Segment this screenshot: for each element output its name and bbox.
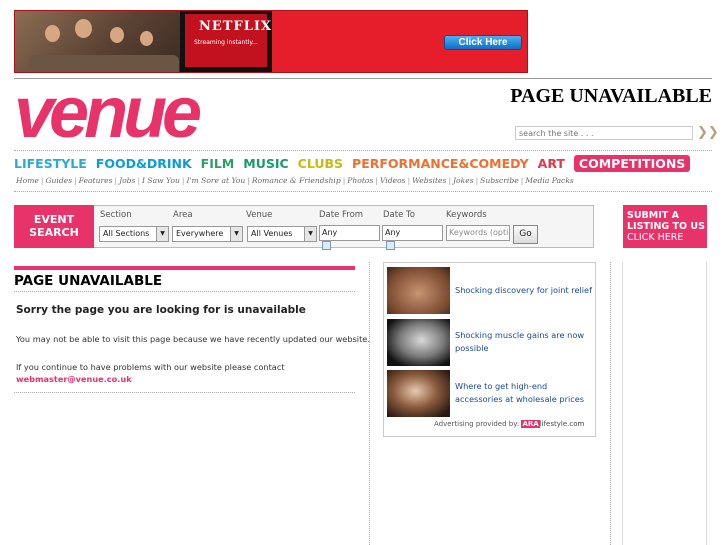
subnav-photos[interactable]: Photos: [347, 176, 373, 185]
chevron-down-icon: ▼: [304, 227, 316, 241]
nav-performance-comedy[interactable]: PERFORMANCE&COMEDY: [352, 156, 529, 171]
subnav-media-packs[interactable]: Media Packs: [525, 176, 574, 185]
subnav-guides[interactable]: Guides: [45, 176, 72, 185]
event-badge-line2: SEARCH: [29, 226, 79, 239]
nav-lifestyle[interactable]: LIFESTYLE: [14, 156, 87, 171]
area-select-value: Everywhere: [176, 229, 224, 238]
date-from-label: Date From: [319, 210, 364, 220]
page-title: PAGE UNAVAILABLE: [510, 85, 712, 107]
lifestyle-logo[interactable]: lifestyle.com: [540, 420, 585, 428]
ad-link-muscle-gains[interactable]: Shocking muscle gains are now possible: [455, 329, 595, 355]
section-select[interactable]: All Sections ▼: [99, 226, 169, 242]
ad-credit: Advertising provided by: ARAlifestyle.co…: [434, 420, 584, 428]
right-column: [622, 262, 707, 545]
event-search-badge: EVENT SEARCH: [14, 205, 94, 248]
nav-film[interactable]: FILM: [201, 156, 235, 171]
calendar-icon[interactable]: [322, 241, 331, 250]
banner-click-here-button[interactable]: Click Here: [444, 35, 522, 50]
ara-logo[interactable]: ARA: [521, 420, 540, 428]
webmaster-email-link[interactable]: webmaster@venue.co.uk: [16, 374, 132, 384]
nav-clubs[interactable]: CLUBS: [298, 156, 343, 171]
submit-line1: SUBMIT A: [627, 210, 679, 221]
main-nav: LIFESTYLE FOOD&DRINK FILM MUSIC CLUBS PE…: [14, 154, 699, 172]
banner-photo: [15, 11, 180, 72]
ad-image-muscle[interactable]: [387, 319, 450, 366]
nav-food-drink[interactable]: FOOD&DRINK: [96, 156, 192, 171]
nav-competitions[interactable]: COMPETITIONS: [573, 154, 691, 172]
calendar-icon[interactable]: [386, 241, 395, 250]
subnav-home[interactable]: Home: [16, 176, 39, 185]
subnav-romance-friendship[interactable]: Romance & Friendship: [252, 176, 341, 185]
subnav-jobs[interactable]: Jobs: [119, 176, 135, 185]
venue-select-value: All Venues: [251, 229, 293, 238]
section-select-value: All Sections: [103, 229, 150, 238]
area-select[interactable]: Everywhere ▼: [172, 226, 243, 242]
submit-line2: LISTING TO US: [627, 221, 705, 232]
section-label: Section: [100, 210, 132, 220]
unavailable-message: Sorry the page you are looking for is un…: [16, 304, 306, 316]
keywords-label: Keywords: [446, 210, 487, 220]
event-badge-line1: EVENT: [33, 213, 75, 226]
ad-credit-text: Advertising provided by:: [434, 420, 520, 428]
event-search-go-button[interactable]: Go: [513, 225, 538, 244]
contact-text: If you continue to have problems with ou…: [16, 362, 285, 372]
banner-brand: NETFLIX: [199, 19, 273, 34]
subnav-im-sore-at-you[interactable]: I'm Sore at You: [186, 176, 245, 185]
subnav-features[interactable]: Features: [79, 176, 113, 185]
main-heading: PAGE UNAVAILABLE: [14, 273, 163, 289]
venue-logo[interactable]: venue: [14, 77, 226, 149]
ad-image-joint[interactable]: [387, 267, 450, 314]
subnav-videos[interactable]: Videos: [380, 176, 406, 185]
chevron-down-icon: ▼: [230, 227, 242, 241]
ad-image-accessories[interactable]: [387, 370, 450, 417]
date-to-input[interactable]: Any: [382, 225, 443, 241]
banner-tagline: Streaming instantly...: [194, 39, 258, 46]
venue-select[interactable]: All Venues ▼: [247, 226, 317, 242]
nav-art[interactable]: ART: [538, 156, 565, 171]
subnav-subscribe[interactable]: Subscribe: [480, 176, 519, 185]
area-label: Area: [173, 210, 193, 220]
sub-nav: Home | Guides | Features | Jobs | I Saw You | I'm …: [16, 176, 574, 185]
heading-accent-bar: [14, 266, 355, 270]
site-search-input[interactable]: [515, 126, 693, 140]
banner-tv: NETFLIX Streaming instantly...: [180, 11, 273, 72]
ad-link-joint-relief[interactable]: Shocking discovery for joint relief: [455, 284, 595, 297]
date-from-input[interactable]: Any: [319, 225, 380, 241]
submit-click-here: CLICK HERE: [627, 232, 684, 243]
chevron-down-icon: ▼: [156, 227, 168, 241]
submit-listing-button[interactable]: SUBMIT A LISTING TO US CLICK HERE: [623, 205, 707, 248]
date-to-label: Date To: [383, 210, 415, 220]
keywords-input[interactable]: Keywords (optic: [446, 225, 510, 241]
subnav-i-saw-you[interactable]: I Saw You: [142, 176, 180, 185]
search-arrow-icon[interactable]: ❯❯: [697, 126, 719, 140]
netflix-banner-ad[interactable]: NETFLIX Streaming instantly... Click Her…: [14, 10, 528, 73]
venue-label: Venue: [246, 210, 273, 220]
subnav-jokes[interactable]: Jokes: [453, 176, 474, 185]
nav-music[interactable]: MUSIC: [243, 156, 288, 171]
ad-link-accessories[interactable]: Where to get high-end accessories at who…: [455, 380, 595, 406]
subnav-websites[interactable]: Websites: [412, 176, 446, 185]
explanation-text: You may not be able to visit this page b…: [16, 334, 370, 344]
